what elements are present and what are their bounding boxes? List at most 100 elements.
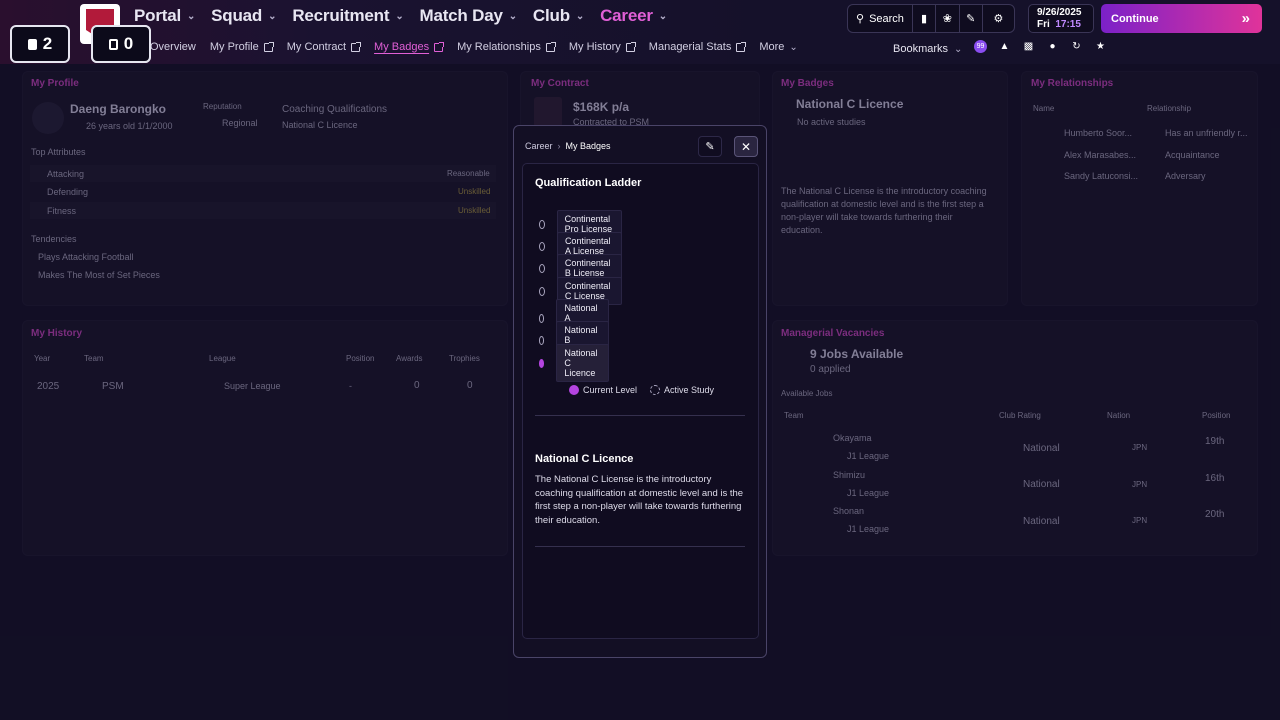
subnav-more[interactable]: More ⌄ (759, 41, 797, 53)
chevron-right-icon: › (557, 141, 561, 151)
qualification-modal: Career › My Badges ✎ ✕ Qualification Lad… (513, 125, 767, 658)
legend-current-label: Current Level (583, 385, 638, 395)
pencil-icon: ✎ (966, 13, 976, 25)
nav-label: Match Day (419, 6, 503, 25)
nav-club[interactable]: Club ⌄ (533, 6, 584, 26)
subnav-my-history[interactable]: My History (568, 41, 636, 53)
notebook-icon: ▮ (921, 13, 928, 25)
sub-nav: Overview My Profile My Contract My Badge… (150, 41, 798, 53)
nav-career[interactable]: Career ⌄ (600, 6, 667, 26)
subnav-label: Managerial Stats (648, 41, 732, 53)
detail-title: National C Licence (535, 453, 634, 465)
brain-button[interactable]: ❀ (936, 5, 960, 32)
nav-label: Club (532, 6, 570, 25)
subnav-my-relationships[interactable]: My Relationships (457, 41, 556, 53)
clipboard-icon[interactable]: ▩ (1022, 40, 1035, 53)
search-label: Search (869, 12, 904, 25)
breadcrumb: Career › My Badges (525, 141, 611, 151)
subnav-my-badges[interactable]: My Badges (374, 41, 445, 53)
notification-badge[interactable]: 99 (974, 40, 987, 53)
tasks-counter-overlay: 0 (91, 25, 151, 63)
divider (535, 546, 745, 547)
chevron-down-icon: ⌄ (186, 10, 196, 22)
chevron-down-icon: ⌄ (395, 10, 404, 22)
rung-dot (539, 263, 545, 273)
inbox-count: 2 (42, 34, 53, 53)
legend-active-label: Active Study (664, 385, 715, 395)
subnav-label: My History (568, 41, 621, 53)
people-icon[interactable]: ● (1046, 40, 1059, 53)
subnav-my-contract[interactable]: My Contract (286, 41, 362, 53)
subnav-label: Overview (150, 41, 196, 53)
chevron-down-icon: ⌄ (789, 41, 798, 53)
edit-button[interactable]: ✎ (960, 5, 983, 32)
shirt-icon[interactable]: ▲ (998, 40, 1011, 53)
chevron-down-icon: ⌄ (268, 10, 277, 22)
date-weekday: Fri (1037, 19, 1050, 30)
nav-portal[interactable]: Portal ⌄ (134, 6, 195, 26)
search-button[interactable]: ⚲ Search (848, 5, 913, 32)
active-study-swatch (650, 385, 661, 395)
close-icon: ✕ (740, 139, 752, 154)
quick-icons: 99 ▲ ▩ ● ↻ ★ (974, 40, 1107, 53)
nav-squad[interactable]: Squad ⌄ (211, 6, 276, 26)
divider (535, 415, 745, 416)
notes-button[interactable]: ▮ (913, 5, 937, 32)
inbox-icon (27, 38, 37, 50)
external-link-icon (736, 41, 747, 52)
ladder-legend: Current Level Active Study (569, 385, 714, 395)
subnav-overview[interactable]: Overview (150, 41, 196, 53)
date-time: 17:15 (1055, 19, 1081, 30)
external-link-icon (434, 41, 445, 52)
subnav-my-profile[interactable]: My Profile (209, 41, 274, 53)
modal-content: Qualification Ladder Continental Pro Lic… (522, 163, 759, 639)
chevron-down-icon: ⌄ (954, 43, 963, 55)
subnav-label: My Badges (374, 41, 430, 53)
legend-active: Active Study (650, 385, 714, 395)
subnav-label: My Profile (209, 41, 259, 53)
nav-label: Career (600, 6, 653, 25)
nav-recruitment[interactable]: Recruitment ⌄ (292, 6, 403, 26)
nav-label: Portal (134, 6, 181, 25)
bookmarks-label: Bookmarks (893, 43, 949, 55)
subnav-label: More (759, 41, 785, 53)
settings-button[interactable]: ⚙ (983, 5, 1014, 32)
refresh-icon[interactable]: ↻ (1070, 40, 1083, 53)
breadcrumb-root[interactable]: Career (525, 141, 553, 151)
modal-edit-button[interactable]: ✎ (698, 136, 722, 157)
double-chevron-right-icon: » (1241, 10, 1250, 27)
chevron-down-icon: ⌄ (658, 10, 667, 22)
breadcrumb-current: My Badges (565, 141, 611, 151)
external-link-icon (351, 41, 362, 52)
external-link-icon (545, 41, 556, 52)
pencil-icon: ✎ (705, 141, 715, 153)
modal-close-button[interactable]: ✕ (734, 136, 758, 157)
nav-label: Squad (211, 6, 263, 25)
ladder-title: Qualification Ladder (535, 177, 642, 189)
chevron-down-icon: ⌄ (575, 10, 585, 22)
rung-label: National C Licence (556, 344, 610, 382)
ladder-rung-current[interactable]: National C Licence (539, 344, 610, 382)
rung-dot (539, 219, 545, 229)
inbox-counter[interactable]: 2 (10, 25, 70, 63)
date-display[interactable]: 9/26/2025 Fri 17:15 (1028, 4, 1094, 33)
subnav-label: My Relationships (457, 41, 541, 53)
subnav-label: My Contract (286, 41, 347, 53)
legend-current: Current Level (569, 385, 637, 395)
toolbar: ⚲ Search ▮ ❀ ✎ ⚙ (847, 4, 1015, 33)
current-level-swatch (569, 385, 579, 395)
continue-label: Continue (1111, 12, 1159, 25)
brain-icon: ❀ (942, 13, 953, 25)
nav-match-day[interactable]: Match Day ⌄ (419, 6, 518, 26)
detail-description: The National C License is the introducto… (535, 474, 744, 526)
date-day: 9/26/2025 (1037, 7, 1082, 18)
subnav-managerial-stats[interactable]: Managerial Stats (648, 41, 747, 53)
trophy-icon[interactable]: ★ (1094, 40, 1107, 53)
rung-dot (539, 286, 545, 296)
external-link-icon (625, 41, 636, 52)
continue-button[interactable]: Continue » (1101, 4, 1262, 33)
rung-dot (539, 241, 545, 251)
chevron-down-icon: ⌄ (508, 10, 517, 22)
bookmarks-dropdown[interactable]: Bookmarks ⌄ (893, 43, 962, 55)
nav-label: Recruitment (292, 6, 390, 25)
